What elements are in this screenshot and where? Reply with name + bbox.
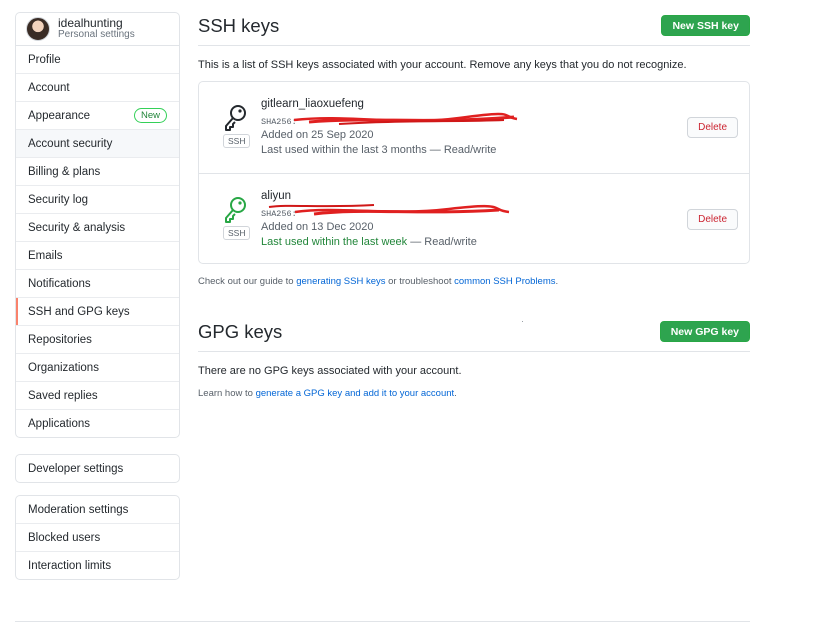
sidebar-item-label: Billing & plans	[28, 165, 101, 178]
ssh-key-fingerprint: SHA256:	[261, 117, 297, 127]
delete-ssh-key-button[interactable]: Delete	[687, 209, 738, 230]
stray-pixel	[522, 321, 523, 322]
ssh-key-fingerprint: SHA256:	[261, 209, 297, 219]
generating-ssh-keys-link[interactable]: generating SSH keys	[296, 276, 385, 287]
sidebar-item-blocked-users[interactable]: Blocked users	[16, 524, 179, 552]
ssh-guide-text: Check out our guide to generating SSH ke…	[198, 276, 558, 287]
access-level: — Read/write	[407, 236, 477, 248]
sidebar-item-label: Security & analysis	[28, 221, 126, 234]
delete-ssh-key-button[interactable]: Delete	[687, 117, 738, 138]
developer-settings-menu: Developer settings	[15, 454, 180, 483]
gpg-learn-text: Learn how to generate a GPG key and add …	[198, 388, 457, 399]
key-icon	[225, 197, 246, 223]
sidebar-item-label: Saved replies	[28, 389, 98, 402]
generate-gpg-key-link[interactable]: generate a GPG key and add it to your ac…	[256, 388, 455, 399]
last-used-text: Last used within the last week	[261, 236, 408, 248]
access-level: — Read/write	[426, 144, 497, 156]
moderation-settings-heading: Moderation settings	[16, 496, 179, 524]
sidebar-item-label: Emails	[28, 249, 63, 262]
sidebar-item-label: SSH and GPG keys	[28, 305, 130, 318]
learn-prefix: Learn how to	[198, 388, 256, 399]
ssh-key-added-date: Added on 13 Dec 2020	[261, 221, 374, 233]
settings-sidebar: idealhunting Personal settings Profile A…	[15, 12, 180, 438]
sidebar-item-label: Developer settings	[28, 462, 124, 475]
redaction-scribble	[268, 204, 510, 216]
new-ssh-key-button[interactable]: New SSH key	[661, 15, 750, 36]
redaction-scribble	[293, 112, 518, 125]
common-ssh-problems-link[interactable]: common SSH Problems	[454, 276, 555, 287]
sidebar-item-billing[interactable]: Billing & plans	[16, 158, 179, 186]
sidebar-item-label: Account	[28, 81, 70, 94]
ssh-key-row: SSH gitlearn_liaoxuefeng SHA256: Added o…	[199, 82, 749, 172]
sidebar-item-label: Appearance	[28, 109, 91, 122]
sidebar-item-emails[interactable]: Emails	[16, 242, 179, 270]
ssh-key-title: gitlearn_liaoxuefeng	[261, 98, 364, 110]
sidebar-item-developer-settings[interactable]: Developer settings	[16, 455, 179, 482]
ssh-key-title: aliyun	[261, 190, 292, 202]
guide-prefix: Check out our guide to	[198, 276, 297, 287]
sidebar-item-label: Applications	[28, 417, 91, 430]
last-used-text: Last used within the last 3 months	[261, 144, 427, 156]
ssh-keys-header: SSH keys New SSH key	[198, 15, 750, 46]
avatar[interactable]	[26, 17, 50, 41]
new-badge: New	[133, 108, 167, 123]
learn-suffix: .	[454, 388, 457, 399]
moderation-settings-menu: Moderation settings Blocked users Intera…	[15, 495, 180, 580]
sidebar-user-text: idealhunting Personal settings	[58, 17, 135, 41]
sidebar-item-label: Profile	[28, 53, 61, 66]
gpg-empty-text: There are no GPG keys associated with yo…	[198, 365, 462, 377]
footer-divider	[15, 621, 750, 622]
sidebar-item-account-security[interactable]: Account security	[16, 130, 179, 158]
ssh-key-last-used: Last used within the last 3 months — Rea…	[261, 144, 496, 156]
sidebar-item-security-analysis[interactable]: Security & analysis	[16, 214, 179, 242]
sidebar-heading-label: Moderation settings	[28, 503, 129, 516]
sidebar-user-header[interactable]: idealhunting Personal settings	[16, 13, 179, 46]
sidebar-item-label: Notifications	[28, 277, 91, 290]
sidebar-item-security-log[interactable]: Security log	[16, 186, 179, 214]
gpg-keys-title: GPG keys	[198, 321, 283, 342]
ssh-keys-title: SSH keys	[198, 15, 280, 36]
sidebar-item-saved-replies[interactable]: Saved replies	[16, 382, 179, 410]
sidebar-item-label: Security log	[28, 193, 89, 206]
ssh-type-label: SSH	[223, 134, 251, 148]
gpg-keys-header: GPG keys New GPG key	[198, 321, 750, 352]
sidebar-item-profile[interactable]: Profile	[16, 46, 179, 74]
sidebar-item-interaction-limits[interactable]: Interaction limits	[16, 552, 179, 579]
sidebar-item-label: Account security	[28, 137, 113, 150]
ssh-key-list: SSH gitlearn_liaoxuefeng SHA256: Added o…	[198, 81, 750, 264]
sidebar-item-notifications[interactable]: Notifications	[16, 270, 179, 298]
guide-middle: or troubleshoot	[385, 276, 455, 287]
sidebar-item-label: Repositories	[28, 333, 92, 346]
sidebar-item-label: Interaction limits	[28, 559, 112, 572]
ssh-intro-text: This is a list of SSH keys associated wi…	[198, 59, 687, 71]
sidebar-item-account[interactable]: Account	[16, 74, 179, 102]
new-gpg-key-button[interactable]: New GPG key	[659, 321, 750, 342]
sidebar-item-organizations[interactable]: Organizations	[16, 354, 179, 382]
ssh-key-last-used: Last used within the last week — Read/wr…	[261, 236, 477, 248]
ssh-key-added-date: Added on 25 Sep 2020	[261, 129, 374, 141]
guide-suffix: .	[555, 276, 559, 287]
sidebar-username[interactable]: idealhunting	[58, 17, 135, 29]
key-icon	[225, 105, 246, 131]
sidebar-item-label: Organizations	[28, 361, 99, 374]
sidebar-item-appearance[interactable]: Appearance New	[16, 102, 179, 130]
sidebar-item-applications[interactable]: Applications	[16, 410, 179, 437]
sidebar-item-repositories[interactable]: Repositories	[16, 326, 179, 354]
ssh-type-label: SSH	[223, 226, 251, 240]
sidebar-user-subtitle: Personal settings	[58, 29, 135, 40]
sidebar-item-label: Blocked users	[28, 531, 101, 544]
ssh-key-row: SSH aliyun SHA256: Added on 13 Dec 2020 …	[199, 173, 749, 264]
sidebar-item-ssh-gpg-keys[interactable]: SSH and GPG keys	[16, 298, 179, 326]
